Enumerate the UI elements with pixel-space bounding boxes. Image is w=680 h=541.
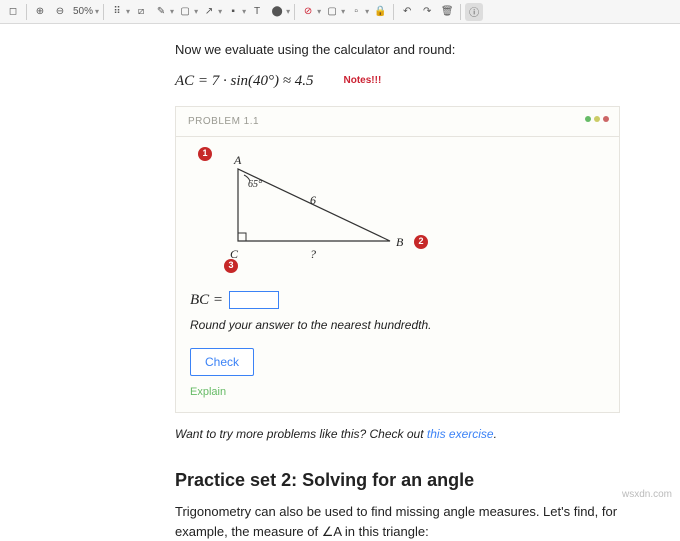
intro-text: Now we evaluate using the calculator and… [175,40,620,60]
vertex-b: B [396,233,403,251]
problem-header: PROBLEM 1.1 [176,107,619,137]
separator [103,4,104,20]
check-button[interactable]: Check [190,348,254,376]
separator [294,4,295,20]
dropdown-icon[interactable]: ▾ [126,7,130,16]
lock-icon[interactable]: 🔒 [371,3,389,21]
info-icon[interactable]: ⓘ [465,3,483,21]
more-prefix: Want to try more problems like this? Che… [175,427,427,441]
zoom-out-icon[interactable]: ⊖ [51,3,69,21]
badge-2[interactable]: 2 [414,235,428,249]
problem-card: PROBLEM 1.1 A B C 65° 6 ? 1 [175,106,620,413]
dropdown-icon[interactable]: ▾ [218,7,222,16]
dropdown-icon[interactable]: ▾ [365,7,369,16]
filled-icon[interactable]: ▫ [347,3,365,21]
toolbar: ◻ ⊕ ⊖ 50% ▾ ⠿ ▾ ⧄ ✎ ▾ ▢ ▾ ↗ ▾ ▪ ▾ T ⬤ ▾ … [0,0,680,24]
answer-input[interactable] [229,291,279,309]
triangle-diagram: A B C 65° 6 ? 1 2 3 [200,141,450,281]
dropdown-icon[interactable]: ▾ [170,7,174,16]
explain-link[interactable]: Explain [190,384,226,401]
badge-3[interactable]: 3 [224,259,238,273]
crop-icon[interactable]: ◻ [4,3,22,21]
dropdown-icon[interactable]: ▾ [194,7,198,16]
base-label: ? [310,245,316,263]
separator [460,4,461,20]
dropdown-icon[interactable]: ▾ [341,7,345,16]
exercise-link[interactable]: this exercise [427,427,494,441]
shape-icon[interactable]: ▢ [323,3,341,21]
vertex-a: A [234,151,241,169]
more-suffix: . [494,427,497,441]
notes-label[interactable]: Notes!!! [344,73,382,88]
page-content: Now we evaluate using the calculator and… [0,24,680,541]
zoom-level[interactable]: 50% [71,6,95,17]
zoom-in-icon[interactable]: ⊕ [31,3,49,21]
more-problems: Want to try more problems like this? Che… [175,425,620,443]
dropdown-icon[interactable]: ▾ [317,7,321,16]
dropdown-icon[interactable]: ▾ [242,7,246,16]
arrow-icon[interactable]: ↗ [200,3,218,21]
watermark: wsxdn.com [622,489,672,500]
dot-green [585,116,591,122]
window-dots [585,116,609,122]
section-2-body: Trigonometry can also be used to find mi… [175,502,620,541]
drop-icon[interactable]: ⬤ [268,3,286,21]
problem-title: PROBLEM 1.1 [188,116,259,127]
separator [393,4,394,20]
hypotenuse-label: 6 [310,191,316,209]
problem-body: A B C 65° 6 ? 1 2 3 BC = Round your answ… [176,137,619,412]
grid-icon[interactable]: ⠿ [108,3,126,21]
badge-1[interactable]: 1 [198,147,212,161]
dropdown-icon[interactable]: ▾ [286,7,290,16]
dot-yellow [594,116,600,122]
section-2-title: Practice set 2: Solving for an angle [175,467,620,494]
angle-label: 65° [248,177,262,192]
redo-icon[interactable]: ↷ [418,3,436,21]
pen-icon[interactable]: ✎ [152,3,170,21]
dot-red [603,116,609,122]
text-icon[interactable]: T [248,3,266,21]
answer-label: BC = [190,289,223,312]
square-icon[interactable]: ▢ [176,3,194,21]
stop-icon[interactable]: ⊘ [299,3,317,21]
equation-row: AC = 7 · sin(40°) ≈ 4.5 Notes!!! [175,70,620,93]
ruler-icon[interactable]: ⧄ [132,3,150,21]
hint-text: Round your answer to the nearest hundred… [190,316,605,334]
undo-icon[interactable]: ↶ [398,3,416,21]
separator [26,4,27,20]
note-icon[interactable]: ▪ [224,3,242,21]
answer-row: BC = [190,289,605,312]
equation: AC = 7 · sin(40°) ≈ 4.5 [175,70,314,93]
zoom-dropdown-icon[interactable]: ▾ [95,7,99,16]
trash-icon[interactable]: 🗑 [438,3,456,21]
